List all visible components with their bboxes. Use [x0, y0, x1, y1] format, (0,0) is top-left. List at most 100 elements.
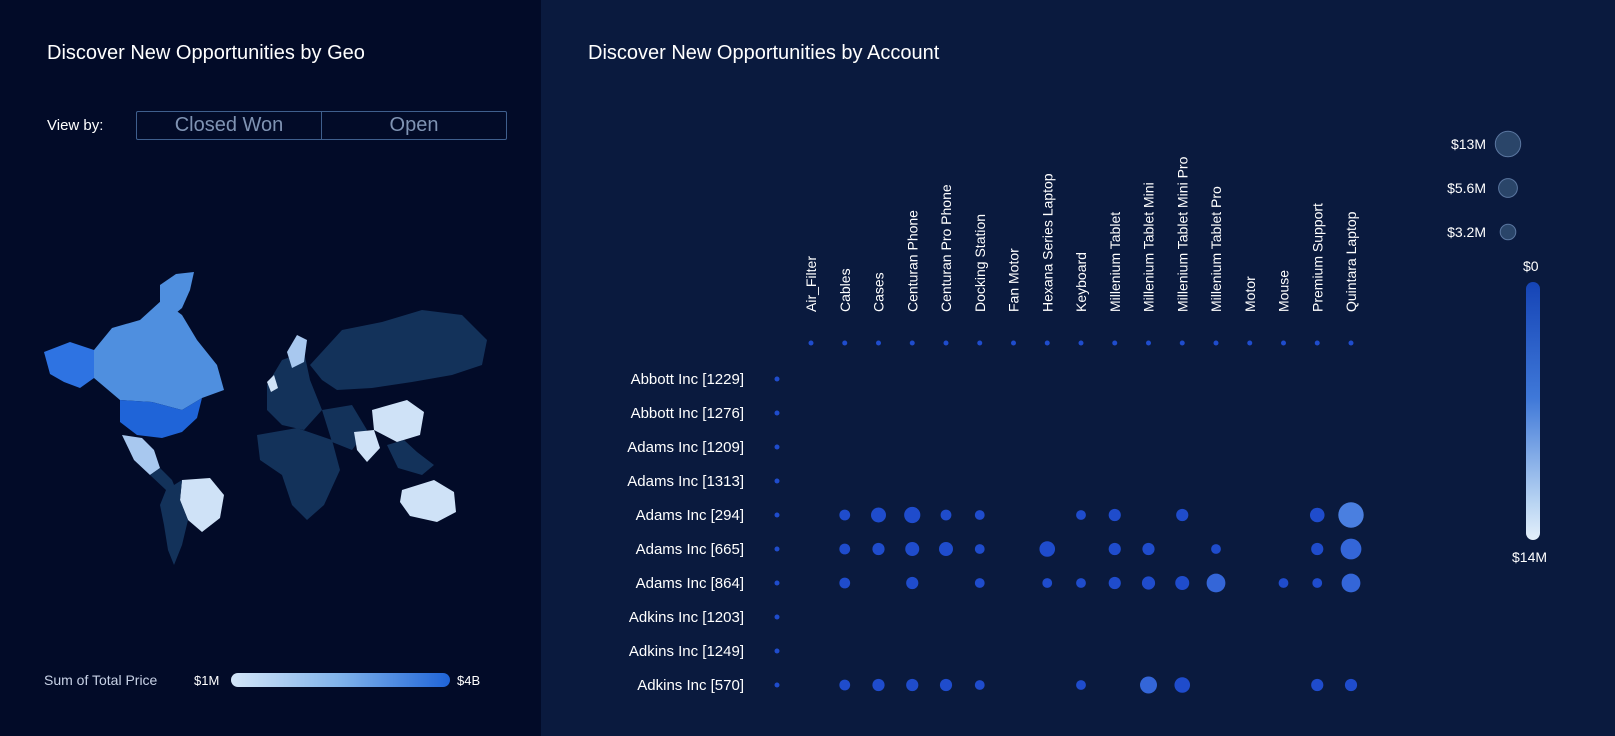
opportunity-bubble[interactable] — [974, 680, 985, 690]
legend-max-value: $4B — [457, 673, 481, 688]
product-column-label: Mouse — [1276, 270, 1292, 312]
map-australia[interactable] — [400, 480, 456, 522]
closed-won-button[interactable]: Closed Won — [137, 112, 321, 139]
opportunity-bubble[interactable] — [1108, 508, 1121, 522]
product-column-marker — [1247, 340, 1253, 346]
opportunity-bubble[interactable] — [974, 544, 985, 554]
opportunity-bubble[interactable] — [1278, 578, 1289, 588]
opportunity-bubble[interactable] — [1174, 677, 1191, 693]
opportunity-bubble[interactable] — [939, 678, 953, 692]
opportunity-bubble[interactable] — [1141, 576, 1156, 590]
product-column-marker — [1314, 340, 1320, 346]
opportunity-bubble[interactable] — [1076, 680, 1086, 690]
account-row-label: Adkins Inc [1249] — [629, 643, 744, 660]
map-alaska[interactable] — [44, 342, 94, 388]
opportunity-bubble[interactable] — [1175, 576, 1190, 590]
account-row-marker — [774, 512, 780, 518]
size-legend-bubble — [1499, 223, 1517, 241]
legend-label: Sum of Total Price — [44, 672, 158, 688]
product-column-label: Keyboard — [1073, 252, 1089, 312]
account-row-label: Adams Inc [1313] — [627, 473, 744, 490]
size-legend-bubble — [1494, 130, 1522, 158]
product-column-label: Premium Support — [1309, 203, 1325, 312]
opportunity-bubble[interactable] — [1206, 573, 1226, 593]
product-column-label: Millenium Tablet Pro — [1208, 186, 1224, 312]
map-india[interactable] — [354, 430, 380, 462]
opportunity-bubble[interactable] — [1211, 544, 1221, 554]
map-mexico[interactable] — [122, 435, 160, 475]
opportunity-bubble[interactable] — [1039, 541, 1056, 557]
opportunity-bubble[interactable] — [974, 510, 985, 520]
product-column-label: Cases — [871, 272, 887, 312]
opportunity-bubble[interactable] — [839, 509, 851, 521]
opportunity-bubble-matrix[interactable]: Air_Filter Cables Cases Centuran Phone Centu… — [541, 0, 1615, 736]
product-column-label: Docking Station — [972, 214, 988, 312]
product-column-marker — [842, 340, 848, 346]
color-scale-bar — [1526, 282, 1540, 540]
opportunity-bubble[interactable] — [1341, 573, 1361, 593]
map-southeast-asia[interactable] — [387, 440, 434, 475]
opportunity-bubble[interactable] — [939, 542, 953, 556]
product-column-marker — [1078, 340, 1084, 346]
opportunity-bubble[interactable] — [906, 576, 919, 590]
opportunity-bubble[interactable] — [1176, 508, 1189, 522]
product-column-label: Centuran Phone — [904, 210, 920, 312]
account-row-marker — [774, 478, 780, 484]
opportunity-bubble[interactable] — [839, 679, 851, 691]
map-china[interactable] — [372, 400, 424, 442]
map-russia[interactable] — [310, 310, 487, 390]
opportunity-bubble[interactable] — [940, 509, 952, 521]
map-africa[interactable] — [257, 428, 340, 520]
account-row-marker — [774, 444, 780, 450]
opportunity-bubble[interactable] — [1076, 510, 1086, 520]
opportunity-bubble[interactable] — [904, 506, 921, 524]
color-legend-bar — [231, 673, 450, 687]
opportunity-bubble[interactable] — [1311, 678, 1324, 692]
opportunity-bubble[interactable] — [1344, 678, 1358, 692]
opportunity-bubble[interactable] — [1311, 542, 1324, 556]
map-canada[interactable] — [94, 300, 224, 410]
size-legend-bubble — [1498, 178, 1518, 198]
size-legend-label: $3.2M — [1447, 224, 1486, 240]
opportunity-bubble[interactable] — [872, 678, 885, 692]
map-greenland[interactable] — [160, 272, 194, 318]
product-column-label: Motor — [1242, 276, 1258, 312]
world-map[interactable] — [42, 270, 492, 565]
view-by-toggle: Closed Won Open — [136, 111, 507, 140]
opportunity-bubble[interactable] — [872, 542, 885, 556]
opportunity-bubble[interactable] — [1312, 578, 1323, 588]
opportunity-bubble[interactable] — [1042, 578, 1053, 588]
product-column-marker — [1011, 340, 1016, 346]
opportunity-bubble[interactable] — [974, 578, 985, 588]
open-button[interactable]: Open — [321, 112, 506, 139]
opportunity-bubble[interactable] — [1108, 576, 1121, 590]
opportunity-bubble[interactable] — [1142, 542, 1155, 556]
product-column-label: Air_Filter — [803, 256, 819, 312]
opportunity-bubble[interactable] — [1340, 538, 1362, 560]
account-row-marker — [774, 614, 780, 620]
geo-panel-title: Discover New Opportunities by Geo — [47, 42, 365, 64]
opportunity-bubble[interactable] — [1309, 507, 1325, 523]
opportunity-bubble[interactable] — [906, 678, 919, 692]
account-row-label: Adams Inc [294] — [636, 507, 744, 524]
opportunity-bubble[interactable] — [871, 507, 886, 523]
product-column-marker — [1213, 340, 1219, 346]
product-column-marker — [876, 340, 881, 346]
color-scale-top-label: $0 — [1523, 258, 1539, 274]
opportunity-bubble[interactable] — [1076, 578, 1086, 588]
opportunity-bubble[interactable] — [1140, 676, 1157, 694]
account-row-label: Adams Inc [665] — [636, 541, 744, 558]
opportunity-bubble[interactable] — [1338, 502, 1364, 528]
product-column-label: Hexana Series Laptop — [1039, 173, 1055, 312]
view-by-label: View by: — [47, 117, 104, 134]
opportunity-bubble[interactable] — [905, 542, 920, 556]
account-row-marker — [774, 410, 780, 416]
product-column-label: Fan Motor — [1006, 248, 1022, 312]
account-row-marker — [774, 648, 780, 654]
account-row-label: Adams Inc [1209] — [627, 439, 744, 456]
opportunity-bubble[interactable] — [839, 543, 851, 555]
account-row-marker — [774, 546, 780, 552]
opportunity-bubble[interactable] — [839, 577, 851, 589]
opportunity-bubble[interactable] — [1108, 542, 1121, 556]
product-column-label: Quintara Laptop — [1343, 211, 1359, 312]
